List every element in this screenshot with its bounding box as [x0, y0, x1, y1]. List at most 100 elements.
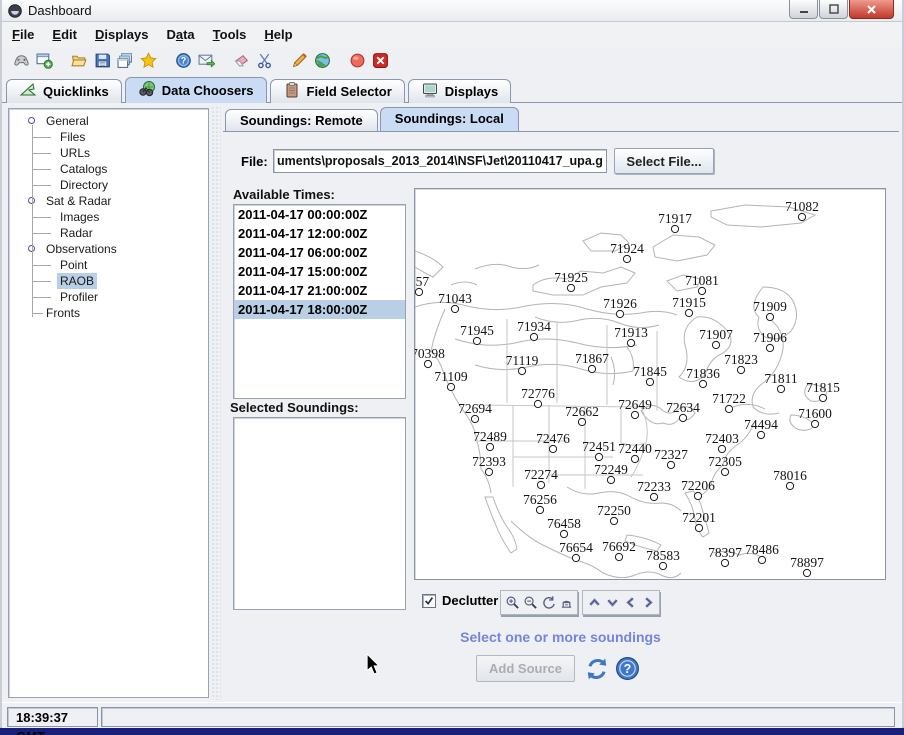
station-marker-71909[interactable]: [766, 313, 773, 320]
menu-help[interactable]: Help: [264, 24, 302, 45]
menu-data[interactable]: Data: [166, 24, 204, 45]
tree-item-profiler[interactable]: Profiler: [17, 289, 208, 305]
tree-item-radar[interactable]: Radar: [17, 225, 208, 241]
station-marker-71600[interactable]: [811, 420, 818, 427]
station-marker-78897[interactable]: [803, 569, 810, 576]
tab-data-choosers[interactable]: Data Choosers: [125, 77, 267, 103]
pan-right-button[interactable]: [639, 593, 657, 613]
station-marker-76654[interactable]: [572, 554, 579, 561]
collapse-left-icon[interactable]: [212, 112, 220, 120]
station-marker-71925[interactable]: [567, 284, 574, 291]
station-marker-72327[interactable]: [667, 461, 674, 468]
station-map[interactable]: 9577104370398711097194571934719257192471…: [414, 188, 886, 580]
tree-item-directory[interactable]: Directory: [17, 177, 208, 193]
station-marker-71119[interactable]: [518, 367, 525, 374]
controller-icon[interactable]: [10, 50, 32, 72]
maximize-button[interactable]: [819, 0, 848, 19]
menu-tools[interactable]: Tools: [213, 24, 257, 45]
refresh-icon[interactable]: [585, 657, 609, 681]
station-marker-72634[interactable]: [679, 414, 686, 421]
station-marker-71945[interactable]: [473, 337, 480, 344]
station-marker-76256[interactable]: [536, 506, 543, 513]
time-list-item[interactable]: 2011-04-17 21:00:00Z: [234, 281, 405, 300]
tree-item-urls[interactable]: URLs: [17, 145, 208, 161]
tree-item-images[interactable]: Images: [17, 209, 208, 225]
station-marker-76458[interactable]: [560, 530, 567, 537]
station-marker-72776[interactable]: [534, 400, 541, 407]
station-marker-72206[interactable]: [694, 492, 701, 499]
station-marker-78397[interactable]: [721, 559, 728, 566]
record-icon[interactable]: [346, 50, 368, 72]
pan-down-button[interactable]: [603, 593, 621, 613]
menu-displays[interactable]: Displays: [95, 24, 158, 45]
station-marker-72662[interactable]: [578, 418, 585, 425]
file-path-input[interactable]: [273, 149, 607, 173]
help-badge-icon[interactable]: ?: [172, 50, 194, 72]
station-marker-72403[interactable]: [718, 445, 725, 452]
station-marker-71915[interactable]: [685, 309, 692, 316]
send-mail-icon[interactable]: [195, 50, 217, 72]
selected-soundings-list[interactable]: [233, 417, 406, 610]
station-marker-72476[interactable]: [549, 445, 556, 452]
tree-expand-handle[interactable]: [28, 117, 35, 124]
minimize-button[interactable]: [789, 0, 818, 19]
station-marker-78486[interactable]: [758, 556, 765, 563]
tree-item-raob[interactable]: RAOB: [17, 273, 208, 289]
expand-right-icon[interactable]: [212, 123, 220, 131]
station-marker-70398[interactable]: [424, 360, 431, 367]
tree-item-files[interactable]: Files: [17, 129, 208, 145]
time-list-item[interactable]: 2011-04-17 00:00:00Z: [234, 205, 405, 224]
tab-soundings-remote[interactable]: Soundings: Remote: [225, 109, 378, 131]
zoom-out-button[interactable]: [521, 593, 539, 613]
station-marker-72694[interactable]: [471, 415, 478, 422]
station-marker-72393[interactable]: [485, 468, 492, 475]
tree-item-observations[interactable]: Observations: [17, 241, 208, 257]
tree-item-fronts[interactable]: Fronts: [17, 305, 208, 321]
station-marker-72274[interactable]: [537, 481, 544, 488]
new-window-icon[interactable]: [33, 50, 55, 72]
cut-icon[interactable]: [253, 50, 275, 72]
station-marker-71924[interactable]: [623, 255, 630, 262]
tree-item-general[interactable]: General: [17, 113, 208, 129]
station-marker-71823[interactable]: [737, 366, 744, 373]
delete-icon[interactable]: [369, 50, 391, 72]
pan-left-button[interactable]: [621, 593, 639, 613]
open-folder-icon[interactable]: [68, 50, 90, 72]
eraser-icon[interactable]: [230, 50, 252, 72]
globe-icon[interactable]: [311, 50, 333, 72]
add-source-button[interactable]: Add Source: [476, 655, 575, 682]
tab-quicklinks[interactable]: Quicklinks: [6, 79, 122, 103]
tab-displays[interactable]: Displays: [408, 79, 511, 103]
station-marker-72305[interactable]: [721, 468, 728, 475]
station-marker-72201[interactable]: [695, 524, 702, 531]
station-marker-76692[interactable]: [615, 553, 622, 560]
station-marker-78016[interactable]: [786, 482, 793, 489]
station-marker-72249[interactable]: [607, 476, 614, 483]
station-marker-71081[interactable]: [698, 287, 705, 294]
station-marker-72440[interactable]: [631, 455, 638, 462]
station-marker-72649[interactable]: [631, 411, 638, 418]
help-icon[interactable]: ?: [615, 656, 640, 681]
station-marker-71722[interactable]: [725, 405, 732, 412]
station-marker-71815[interactable]: [819, 394, 826, 401]
station-marker-71845[interactable]: [646, 378, 653, 385]
station-marker-71867[interactable]: [588, 365, 595, 372]
select-file-button[interactable]: Select File...: [614, 148, 714, 174]
station-marker-71934[interactable]: [530, 333, 537, 340]
station-marker-71082[interactable]: [798, 213, 805, 220]
station-marker-957[interactable]: [415, 288, 422, 295]
pan-up-button[interactable]: [585, 593, 603, 613]
station-marker-72451[interactable]: [595, 453, 602, 460]
tree-item-sat-radar[interactable]: Sat & Radar: [17, 193, 208, 209]
station-marker-78583[interactable]: [659, 562, 666, 569]
save-icon[interactable]: [91, 50, 113, 72]
rotate-button[interactable]: [539, 593, 557, 613]
tree-item-catalogs[interactable]: Catalogs: [17, 161, 208, 177]
zoom-in-button[interactable]: [503, 593, 521, 613]
split-divider[interactable]: [211, 106, 221, 700]
station-marker-71926[interactable]: [616, 310, 623, 317]
station-marker-74494[interactable]: [757, 431, 764, 438]
time-list-item[interactable]: 2011-04-17 15:00:00Z: [234, 262, 405, 281]
favorites-icon[interactable]: [137, 50, 159, 72]
station-marker-71043[interactable]: [451, 305, 458, 312]
